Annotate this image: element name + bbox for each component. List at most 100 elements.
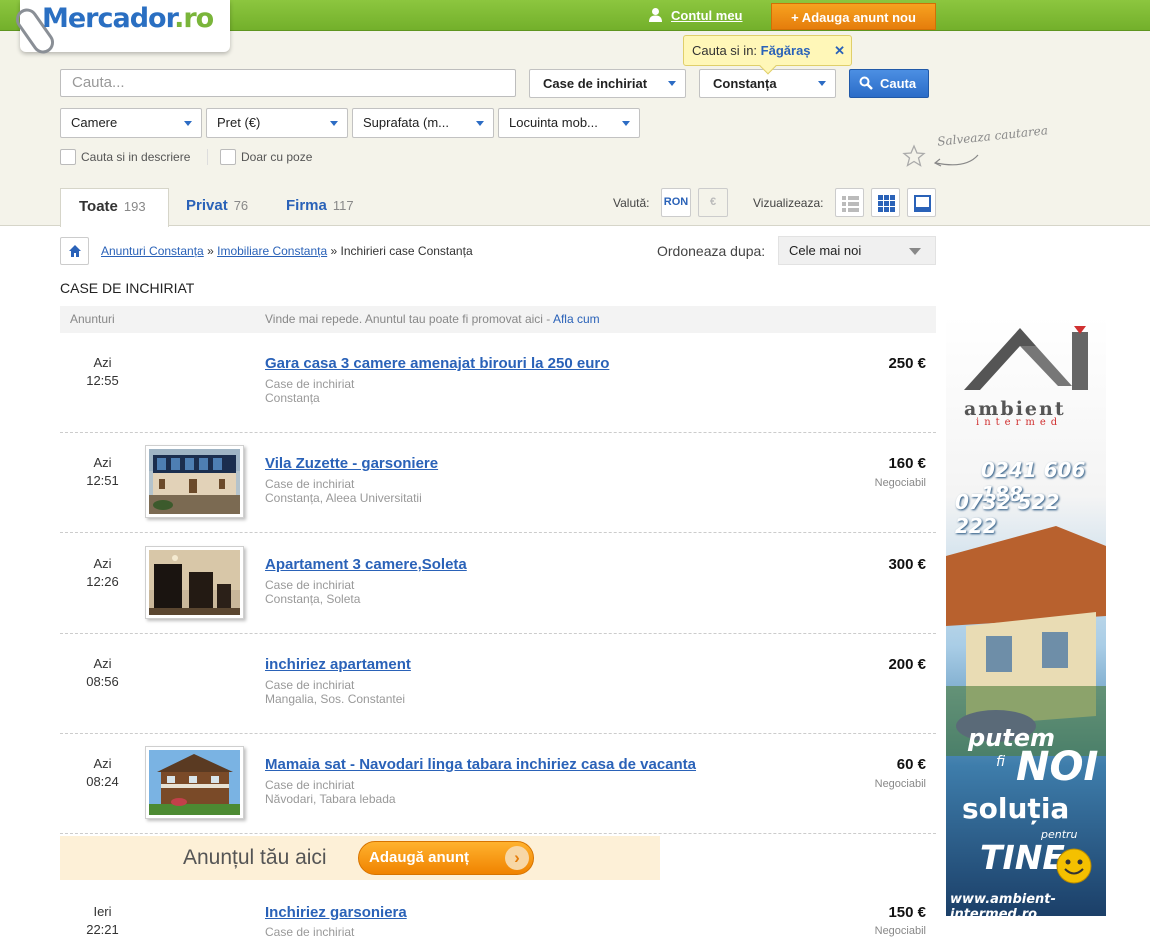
tab-all[interactable]: Toate 193 [60,188,169,227]
banner-add-button[interactable]: Adaugă anunț › [358,841,534,875]
breadcrumb-link[interactable]: Anunturi Constanța [101,244,204,258]
list-item[interactable]: Azi 12:26 Apartament 3 camere,Soleta Case… [60,534,936,634]
list-day: Azi [93,355,112,370]
arrow-right-icon: › [505,846,529,870]
ad-website: www.ambient-intermed.ro [950,892,1056,916]
list-item[interactable]: Azi 08:24 Mamaia sat - Navodari linga tab… [60,734,936,834]
close-icon[interactable]: ✕ [834,36,845,65]
breadcrumb-separator: » [330,244,338,258]
checkbox-label: Doar cu poze [241,150,313,164]
listing-category: Case de inchiriat [265,678,355,692]
tip-city-link[interactable]: Făgăraș [761,43,811,58]
ad-slogan-3: NOI [1016,744,1099,790]
tab-company[interactable]: Firma 117 [286,188,354,227]
filter-rooms[interactable]: Camere [60,108,202,138]
ad-slogan-4: soluția [962,792,1070,825]
listing-thumbnail[interactable] [145,746,244,819]
house-render-image [946,526,1106,756]
search-input[interactable]: Cauta... [60,69,516,97]
account-link[interactable]: Contul meu [648,7,743,23]
logo[interactable]: Mercador.ro [11,0,230,58]
negotiable-label: Negociabil [874,778,926,790]
list-item[interactable]: Azi 12:55 Gara casa 3 camere amenajat bir… [60,333,936,433]
promo-text: Vinde mai repede. Anuntul tau poate fi p… [265,312,551,326]
filter-surface[interactable]: Suprafata (m... [352,108,494,138]
search-button-label: Cauta [880,76,917,91]
filter-label: Camere [71,115,118,130]
order-label: Ordoneaza dupa: [657,243,766,259]
category-select[interactable]: Case de inchiriat [529,69,686,98]
breadcrumb-link[interactable]: Imobiliare Constanța [217,244,327,258]
search-button[interactable]: Cauta [849,69,929,98]
currency-eur-button[interactable]: € [698,188,728,217]
grid-view-icon [878,195,895,212]
currency-label: Valută: [613,196,650,210]
checkbox-description[interactable]: Cauta si in descriere [60,149,190,165]
list-item[interactable]: Azi 12:51 Vila Zuzette - garsoniere Case … [60,433,936,533]
logo-main: Mercador [42,3,175,34]
list-time: 08:56 [86,674,119,689]
checkbox-box[interactable] [60,149,76,165]
filter-furnished[interactable]: Locuinta mob... [498,108,640,138]
order-select[interactable]: Cele mai noi [778,236,936,265]
chalet-photo [149,750,240,815]
list-day: Azi [93,756,112,771]
curved-arrow-icon [933,154,979,167]
filter-label: Pret (€) [217,115,261,130]
order-value: Cele mai noi [789,243,862,258]
section-title: CASE DE INCHIRIAT [60,280,195,296]
listing-thumbnail[interactable] [145,445,244,518]
currency-ron-button[interactable]: RON [661,188,691,217]
city-value: Constanța [713,76,777,91]
listing-title[interactable]: Gara casa 3 camere amenajat birouri la 2… [265,355,609,372]
listing-title[interactable]: Vila Zuzette - garsoniere [265,455,438,472]
room-photo [149,550,240,615]
filter-label: Suprafata (m... [363,115,449,130]
star-icon[interactable] [902,144,926,168]
view-grid-button[interactable] [871,188,900,217]
view-list-button[interactable] [835,188,864,217]
list-header: Anunturi Vinde mai repede. Anuntul tau p… [60,306,936,333]
checkbox-photos[interactable]: Doar cu poze [207,149,312,165]
logo-tld: .ro [174,3,214,34]
chevron-down-icon [909,248,921,255]
list-item[interactable]: Ieri 22:21 Inchiriez garsoniera Case de i… [60,894,936,942]
tab-private[interactable]: Privat 76 [186,188,248,227]
view-label: Vizualizeaza: [753,196,824,210]
side-advertisement[interactable]: ambient intermed 0241 606 188 0732 522 2… [946,316,1106,916]
city-suggestion-tooltip: Cauta si in: Făgăraș ✕ [683,35,852,75]
listing-thumbnail[interactable] [145,546,244,619]
gallery-view-icon [914,195,931,212]
promo-link[interactable]: Afla cum [553,312,600,326]
listing-category: Case de inchiriat [265,778,355,792]
list-view-icon [842,196,859,212]
listing-location: Constanța [265,391,320,405]
home-button[interactable] [60,237,89,265]
user-icon [649,8,662,22]
listing-title[interactable]: Inchiriez garsoniera [265,904,407,921]
tab-label: Firma [286,197,327,214]
checkbox-box[interactable] [220,149,236,165]
filter-price[interactable]: Pret (€) [206,108,348,138]
house-photo [149,449,240,514]
breadcrumb: Anunturi Constanța » Imobiliare Constanț… [60,237,473,265]
post-ad-banner[interactable]: Anunțul tău aici Adaugă anunț › [60,836,660,880]
banner-button-label: Adaugă anunț [369,849,469,866]
post-ad-button[interactable]: + Adauga anunt nou [771,3,936,30]
listing-title[interactable]: inchiriez apartament [265,656,411,673]
list-day: Azi [93,455,112,470]
negotiable-label: Negociabil [874,477,926,489]
listing-location: Mangalia, Sos. Constantei [265,692,406,706]
listing-category: Case de inchiriat [265,578,355,592]
breadcrumb-separator: » [207,244,214,258]
listing-price: 160 € [888,455,926,472]
view-gallery-button[interactable] [907,188,936,217]
chevron-down-icon [818,81,826,86]
category-value: Case de inchiriat [543,76,648,91]
listing-title[interactable]: Apartament 3 camere,Soleta [265,556,467,573]
list-header-label: Anunturi [70,312,115,326]
listing-price: 250 € [888,355,926,372]
listing-title[interactable]: Mamaia sat - Navodari linga tabara inchi… [265,756,696,773]
banner-text: Anunțul tău aici [183,846,327,869]
list-item[interactable]: Azi 08:56 inchiriez apartament Case de in… [60,634,936,734]
